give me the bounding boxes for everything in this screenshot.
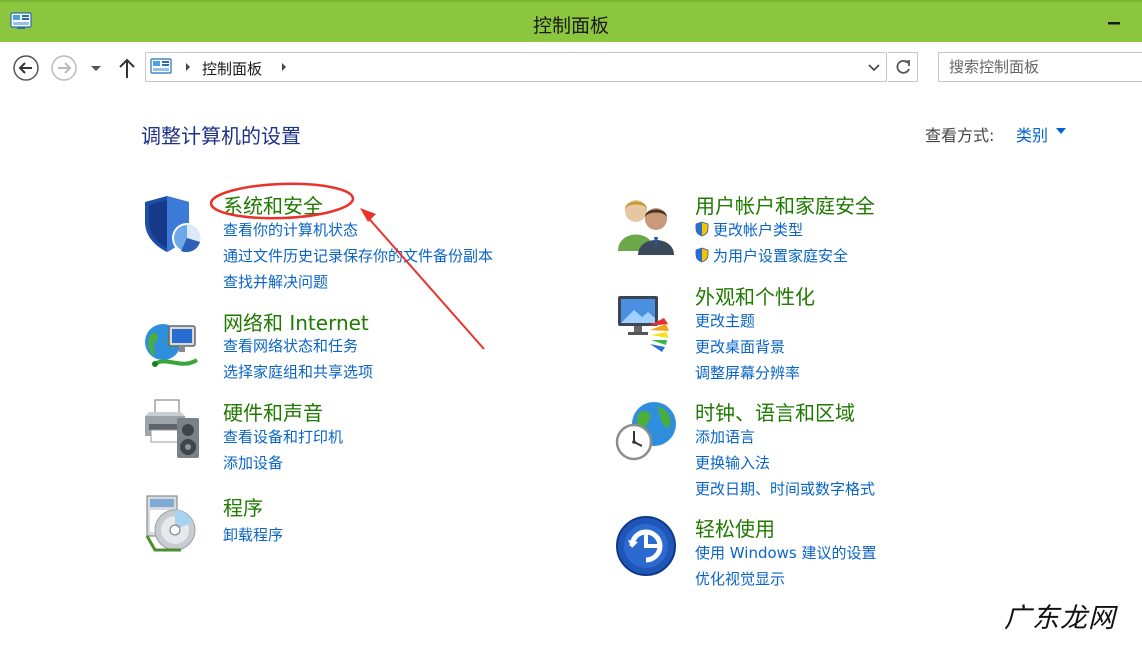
link-label: 为用户设置家庭安全 [713, 247, 849, 265]
link-network-status-tasks[interactable]: 查看网络状态和任务 [223, 335, 358, 356]
link-change-desktop-background[interactable]: 更改桌面背景 [695, 336, 785, 357]
shield-icon[interactable] [141, 192, 205, 256]
link-add-device[interactable]: 添加设备 [223, 452, 283, 473]
link-change-theme[interactable]: 更改主题 [695, 310, 755, 331]
minimize-icon [1108, 22, 1120, 25]
link-optimize-visual-display[interactable]: 优化视觉显示 [695, 568, 785, 589]
link-label: 更改帐户类型 [713, 221, 804, 239]
title-bar: 控制面板 [0, 0, 1142, 42]
back-button[interactable] [12, 54, 40, 82]
view-by-label: 查看方式: [925, 126, 995, 145]
category-ease-of-access[interactable]: 轻松使用 [695, 513, 775, 542]
window-title: 控制面板 [532, 15, 609, 37]
category-appearance-personalization[interactable]: 外观和个性化 [695, 281, 815, 310]
breadcrumb-separator-icon[interactable] [280, 62, 288, 72]
link-file-history-backup[interactable]: 通过文件历史记录保存你的文件备份副本 [223, 245, 493, 266]
view-by-caret-icon[interactable] [1056, 128, 1066, 134]
refresh-button[interactable] [888, 52, 918, 82]
navigation-bar: 控制面板 [0, 42, 1142, 92]
category-clock-language-region[interactable]: 时钟、语言和区域 [695, 397, 855, 426]
network-globe-icon[interactable] [141, 312, 205, 376]
category-programs[interactable]: 程序 [223, 492, 263, 521]
refresh-icon [896, 59, 910, 74]
search-input[interactable] [938, 52, 1142, 82]
control-panel-icon [150, 58, 172, 74]
monitor-palette-icon[interactable] [614, 290, 678, 354]
link-devices-printers[interactable]: 查看设备和打印机 [223, 426, 343, 447]
uac-shield-icon [695, 247, 709, 263]
link-change-input-method[interactable]: 更换输入法 [695, 452, 770, 473]
up-arrow-button[interactable] [116, 56, 138, 80]
users-icon[interactable] [614, 193, 678, 257]
link-change-date-time-format[interactable]: 更改日期、时间或数字格式 [695, 478, 875, 499]
link-uninstall-program[interactable]: 卸载程序 [223, 524, 283, 545]
category-user-accounts[interactable]: 用户帐户和家庭安全 [695, 190, 875, 219]
watermark: 广东龙网 [1004, 603, 1116, 634]
printer-speaker-icon[interactable] [141, 396, 205, 460]
category-system-security[interactable]: 系统和安全 [223, 190, 323, 219]
link-windows-suggested-settings[interactable]: 使用 Windows 建议的设置 [695, 542, 877, 563]
recent-locations-chevron-icon[interactable] [88, 60, 104, 76]
category-network-internet[interactable]: 网络和 Internet [223, 307, 369, 336]
ease-of-access-icon[interactable] [614, 514, 678, 578]
uac-shield-icon [695, 221, 709, 237]
link-troubleshoot[interactable]: 查找并解决问题 [223, 271, 328, 292]
minimize-button[interactable] [1100, 6, 1128, 34]
link-homegroup-sharing[interactable]: 选择家庭组和共享选项 [223, 361, 373, 382]
address-bar[interactable]: 控制面板 [145, 52, 887, 82]
view-by-dropdown[interactable]: 类别 [1016, 122, 1048, 146]
programs-disc-icon[interactable] [141, 490, 205, 554]
link-change-account-type[interactable]: 更改帐户类型 [695, 219, 803, 240]
address-dropdown-chevron-icon[interactable] [866, 58, 882, 76]
breadcrumb-separator-icon[interactable] [184, 62, 192, 72]
link-family-safety[interactable]: 为用户设置家庭安全 [695, 245, 848, 266]
breadcrumb-control-panel[interactable]: 控制面板 [202, 58, 262, 79]
page-title: 调整计算机的设置 [141, 124, 301, 148]
forward-button[interactable] [50, 54, 78, 82]
link-adjust-screen-resolution[interactable]: 调整屏幕分辨率 [695, 362, 800, 383]
category-hardware-sound[interactable]: 硬件和声音 [223, 397, 323, 426]
link-view-computer-status[interactable]: 查看你的计算机状态 [223, 219, 358, 240]
link-add-language[interactable]: 添加语言 [695, 426, 755, 447]
clock-globe-icon[interactable] [614, 398, 678, 462]
